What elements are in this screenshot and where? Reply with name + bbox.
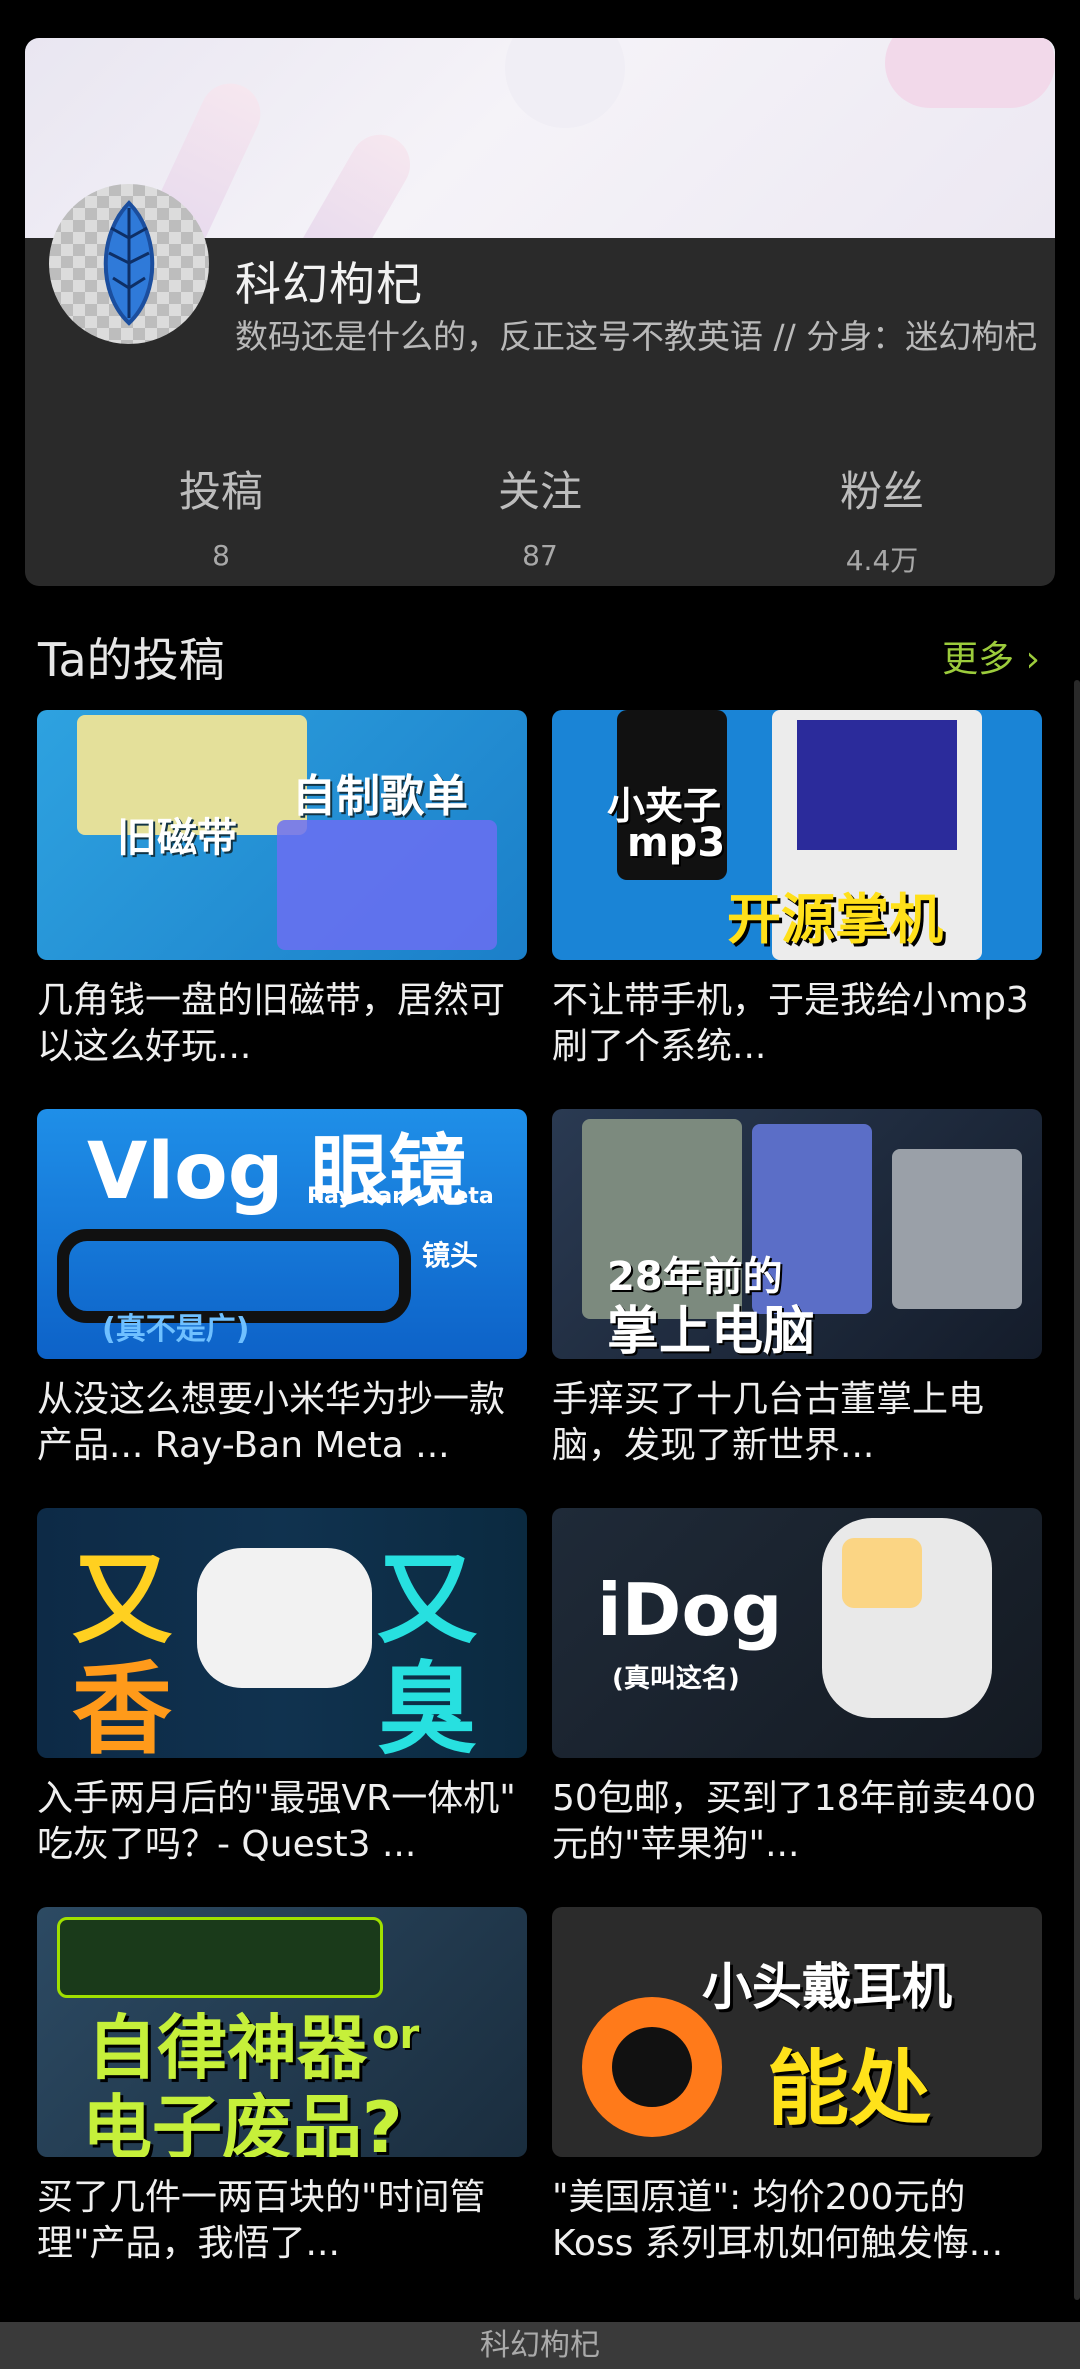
thumb-text: (真不是广) [102,1312,250,1347]
thumb-text: 自制歌单 [292,771,468,822]
video-title: 50包邮，买到了18年前卖400元的"苹果狗"... [552,1778,1037,1865]
stat-following-value: 87 [522,539,558,572]
thumb-text: (真叫这名) [612,1664,740,1694]
video-card[interactable]: 小夹子 mp3 开源掌机 不让带手机，于是我给小mp3刷了个系统... [552,710,1042,1070]
profile-card: 科幻枸杞 数码还是什么的，反正这号不教英语 // 分身：迷幻枸杞 投稿 8 关注… [25,38,1055,586]
video-card[interactable]: Vlog 眼镜 Ray-ban · Meta 镜头 (真不是广) 从没这么想要小… [37,1109,527,1469]
stat-following-label: 关注 [497,467,582,516]
stat-posts-label: 投稿 [178,467,263,516]
stat-followers-label: 粉丝 [839,467,924,516]
profile-stats: 投稿 8 关注 87 粉丝 4.4万 [25,458,1055,578]
thumb-text: 掌上电脑 [607,1302,816,1359]
video-title: "美国原道": 均价200元的 Koss 系列耳机如何触发悔... [552,2177,1004,2264]
video-card[interactable]: 28年前的 掌上电脑 手痒买了十几台古董掌上电脑，发现了新世界... [552,1109,1042,1469]
bottom-bar-title: 科幻枸杞 [480,2328,600,2363]
video-title: 入手两月后的"最强VR一体机" 吃灰了吗？- Quest3 ... [37,1778,516,1865]
video-thumbnail[interactable]: 28年前的 掌上电脑 [552,1109,1042,1359]
stat-following[interactable]: 关注 87 [440,458,640,572]
profile-name: 科幻枸杞 [235,257,423,311]
thumb-text: 香 [72,1651,172,1758]
stat-posts[interactable]: 投稿 8 [121,458,321,572]
thumb-text: 小头戴耳机 [702,1958,952,2016]
scrollbar[interactable] [1074,680,1080,2300]
thumb-text: 开源掌机 [727,888,943,951]
video-title: 几角钱一盘的旧磁带，居然可以这么好玩... [37,980,506,1067]
video-card[interactable]: 旧磁带 自制歌单 几角钱一盘的旧磁带，居然可以这么好玩... [37,710,527,1070]
video-title: 买了几件一两百块的"时间管理"产品，我悟了... [37,2177,486,2264]
video-card[interactable]: 又 香 又 臭 入手两月后的"最强VR一体机" 吃灰了吗？- Quest3 ..… [37,1508,527,1868]
avatar[interactable] [49,184,209,344]
video-thumbnail[interactable]: 又 香 又 臭 [37,1508,527,1758]
video-card[interactable]: 自律神器 or 电子废品? 买了几件一两百块的"时间管理"产品，我悟了... [37,1907,527,2267]
video-thumbnail[interactable]: Vlog 眼镜 Ray-ban · Meta 镜头 (真不是广) [37,1109,527,1359]
section-title: Ta的投稿 [38,633,225,687]
stat-followers[interactable]: 粉丝 4.4万 [782,458,982,579]
more-link[interactable]: 更多 › [942,630,1040,682]
video-card[interactable]: 小头戴耳机 能处 "美国原道": 均价200元的 Koss 系列耳机如何触发悔.… [552,1907,1042,2267]
video-thumbnail[interactable]: iDog (真叫这名) [552,1508,1042,1758]
video-title: 不让带手机，于是我给小mp3刷了个系统... [552,980,1029,1067]
thumb-text: 臭 [377,1651,477,1758]
stat-followers-value: 4.4万 [845,544,919,577]
thumb-text: or [372,2012,420,2058]
video-thumbnail[interactable]: 小夹子 mp3 开源掌机 [552,710,1042,960]
video-thumbnail[interactable]: 旧磁带 自制歌单 [37,710,527,960]
thumb-text: Ray-ban · Meta [307,1184,494,1209]
bottom-bar: 科幻枸杞 [0,2322,1080,2369]
thumb-text: 镜头 [422,1239,479,1272]
video-card[interactable]: iDog (真叫这名) 50包邮，买到了18年前卖400元的"苹果狗"... [552,1508,1042,1868]
thumb-text: 电子废品? [82,2087,403,2157]
thumb-text: iDog [597,1568,783,1652]
stat-posts-value: 8 [212,539,230,572]
video-title: 从没这么想要小米华为抄一款产品... Ray-Ban Meta ... [37,1379,506,1466]
video-title: 手痒买了十几台古董掌上电脑，发现了新世界... [552,1379,985,1466]
thumb-text: 能处 [767,2042,932,2137]
thumb-text: 旧磁带 [117,815,237,861]
video-thumbnail[interactable]: 自律神器 or 电子废品? [37,1907,527,2157]
profile-bio: 数码还是什么的，反正这号不教英语 // 分身：迷幻枸杞 [235,317,1038,356]
thumb-text: mp3 [627,820,726,866]
video-thumbnail[interactable]: 小头戴耳机 能处 [552,1907,1042,2157]
